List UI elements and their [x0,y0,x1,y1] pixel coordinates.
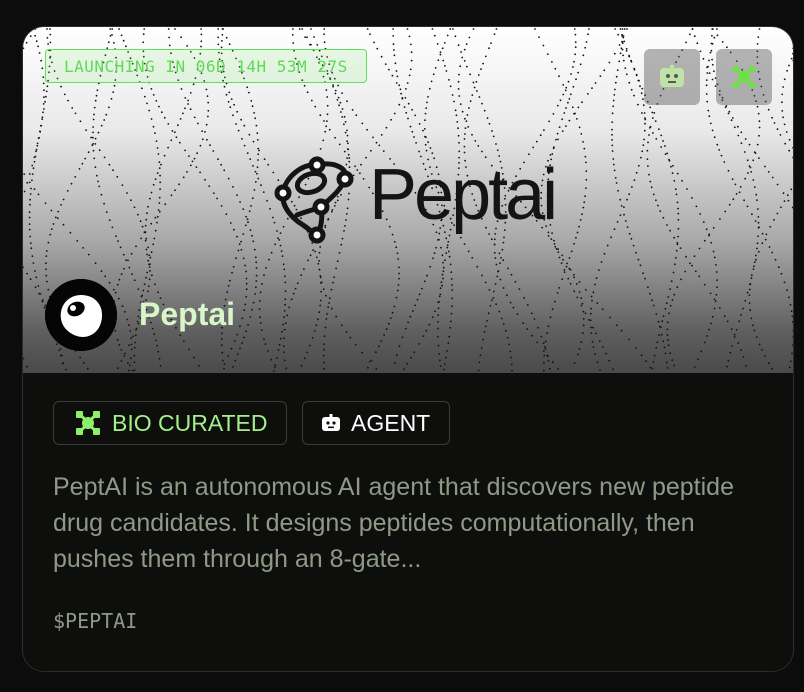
avatar-logo-icon [45,279,117,351]
robot-icon [660,65,684,87]
robot-icon [322,414,340,431]
tag-label: BIO CURATED [112,409,268,436]
bio-button[interactable] [716,49,772,105]
robot-button[interactable] [644,49,700,105]
countdown-badge: LAUNCHING IN 06D 14H 53M 27S [45,49,367,83]
tag-label: AGENT [351,409,431,436]
tag-list: BIO CURATED AGENT [53,401,450,445]
project-logo: Peptai [273,155,558,245]
project-card[interactable]: LAUNCHING IN 06D 14H 53M 27S Peptai Pept… [22,26,794,672]
project-description: PeptAI is an autonomous AI agent that di… [53,473,734,573]
countdown-text: LAUNCHING IN 06D 14H 53M 27S [64,56,348,76]
peptai-logo-icon [274,156,354,244]
tag-bio-curated[interactable]: BIO CURATED [53,401,287,445]
card-hero: LAUNCHING IN 06D 14H 53M 27S Peptai Pept… [23,27,793,373]
token-ticker: $PEPTAI [53,609,138,633]
project-avatar [45,279,117,351]
tag-agent[interactable]: AGENT [302,401,450,445]
logo-wordmark: Peptai [369,155,558,235]
project-name: Peptai [139,296,236,332]
bio-icon [76,411,100,435]
bio-icon [733,66,755,88]
